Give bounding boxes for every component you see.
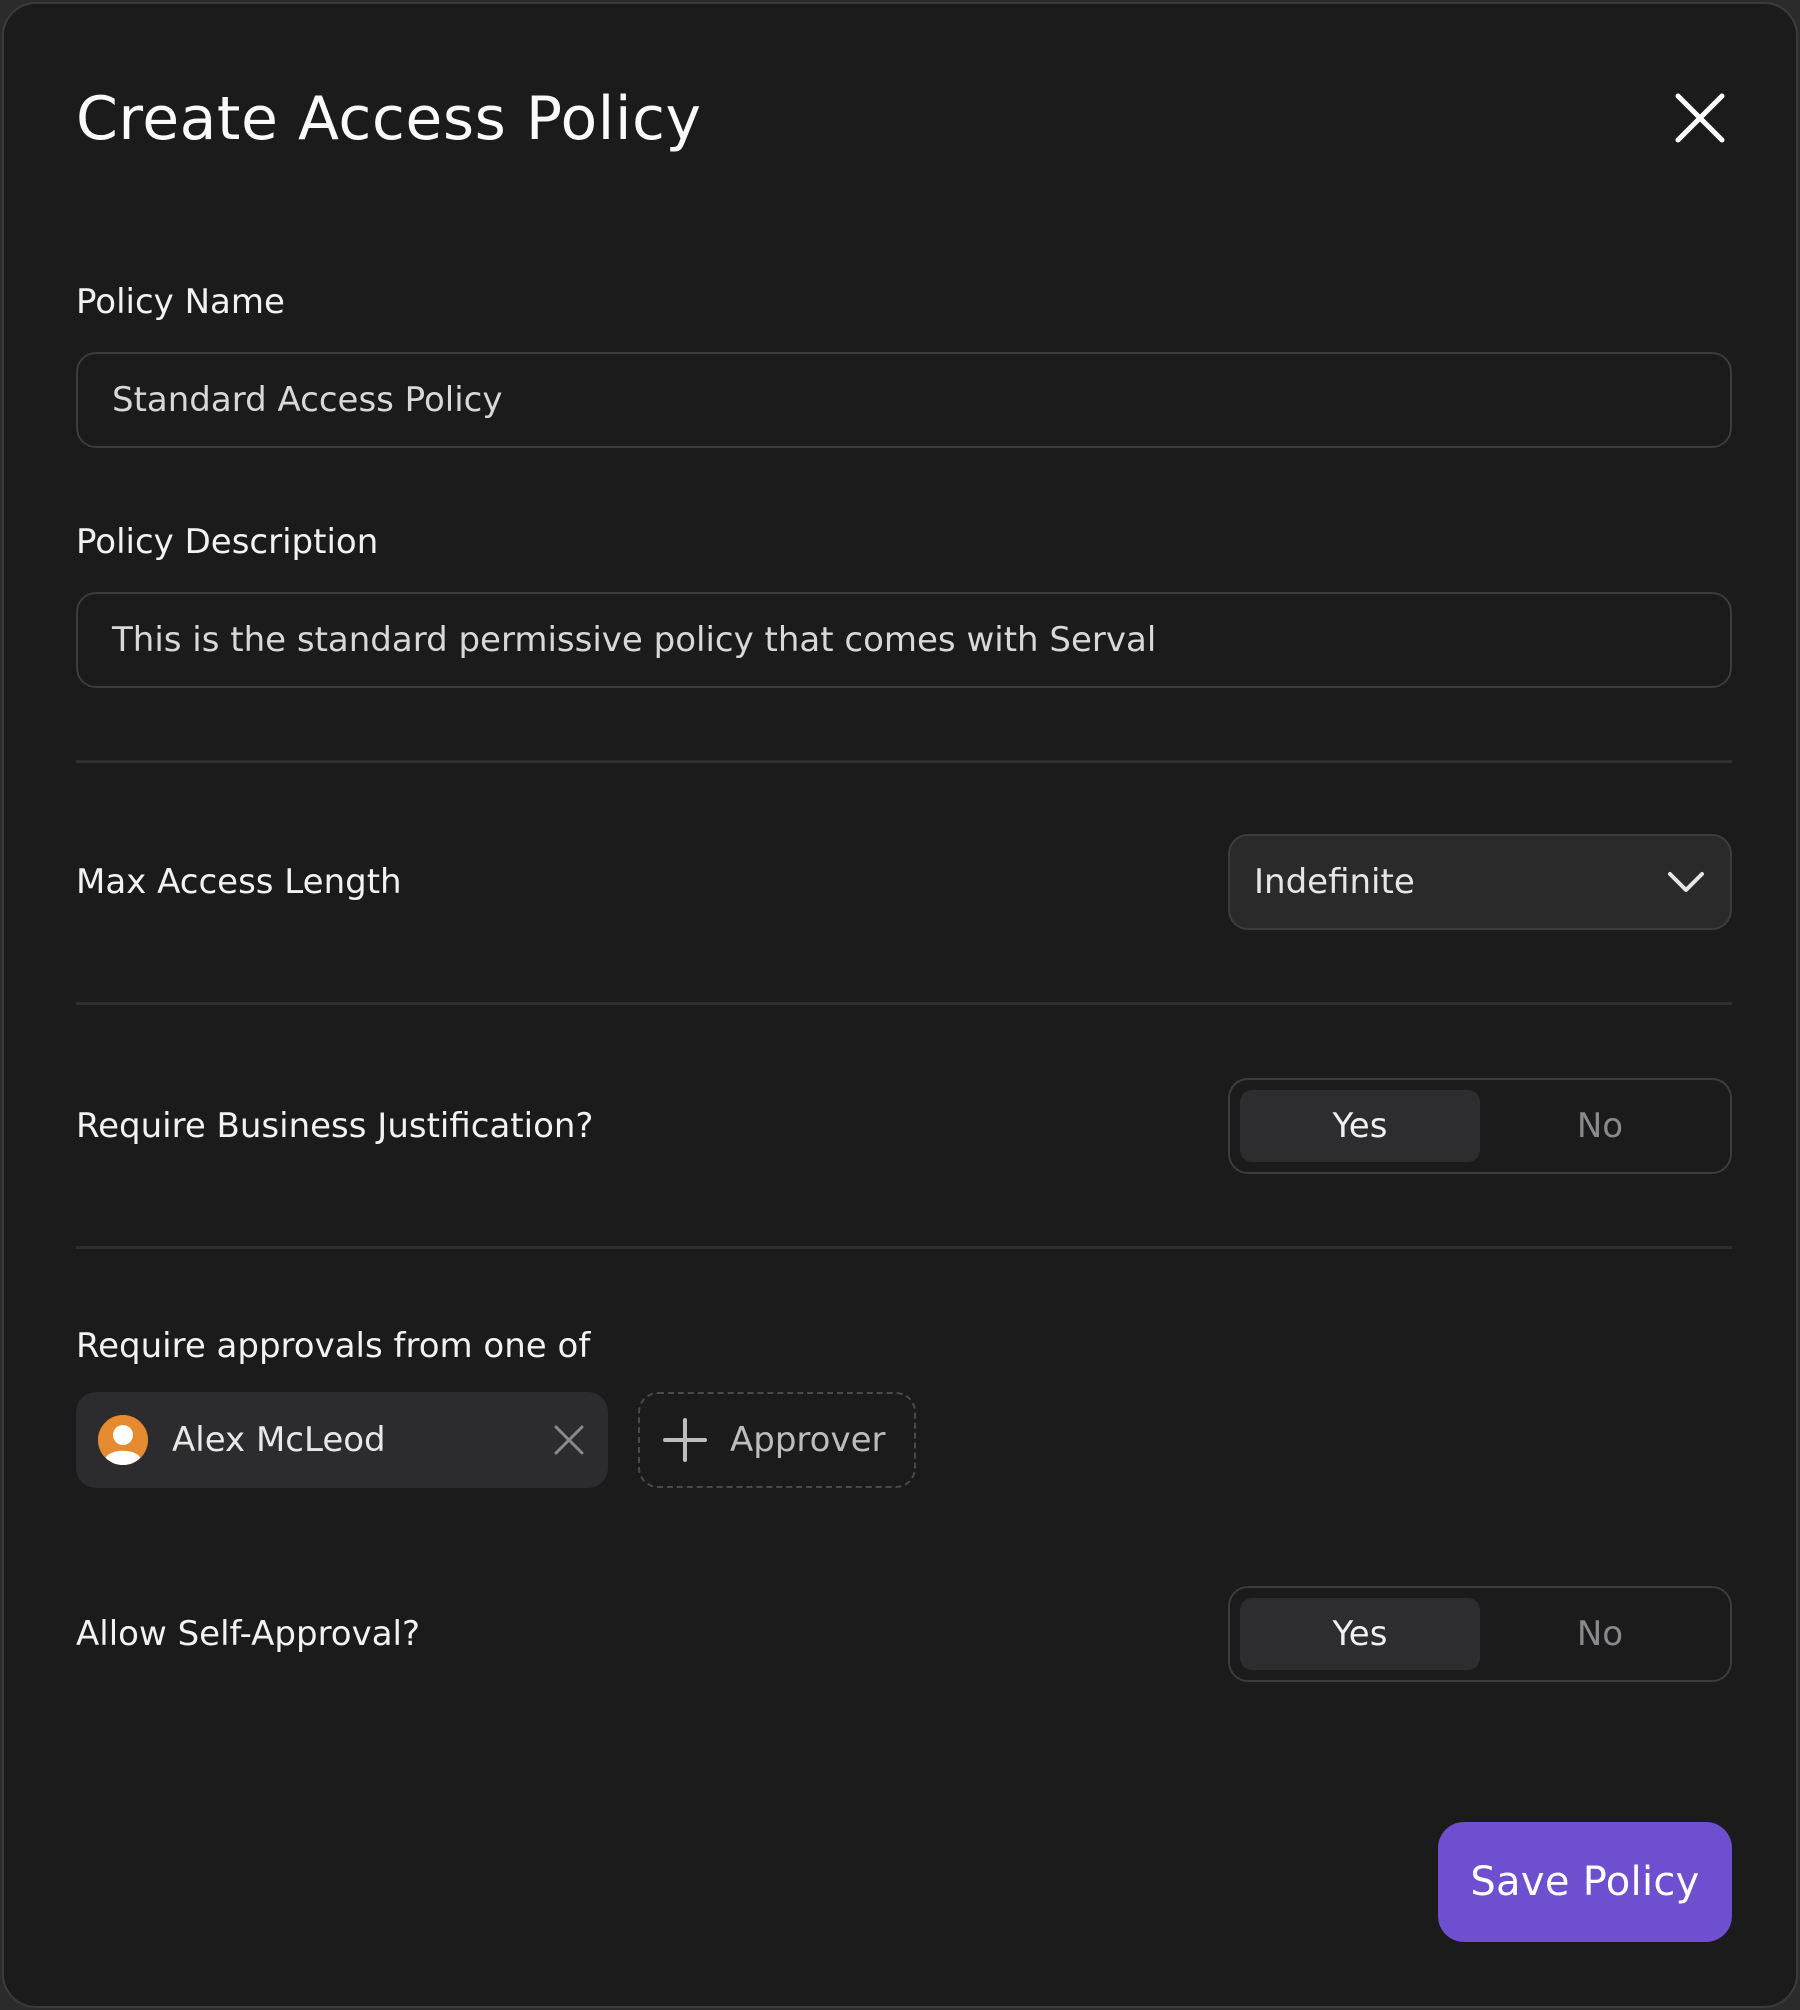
self-approval-toggle: Yes No xyxy=(1228,1586,1732,1682)
divider xyxy=(76,1246,1732,1249)
approver-chip: Alex McLeod xyxy=(76,1392,608,1488)
business-justification-label: Require Business Justification? xyxy=(76,1106,594,1146)
max-access-length-label: Max Access Length xyxy=(76,862,402,902)
chevron-down-icon xyxy=(1668,872,1704,892)
divider xyxy=(76,760,1732,763)
save-policy-button[interactable]: Save Policy xyxy=(1438,1822,1732,1942)
plus-icon xyxy=(663,1418,707,1462)
business-justification-yes[interactable]: Yes xyxy=(1240,1090,1480,1162)
self-approval-yes[interactable]: Yes xyxy=(1240,1598,1480,1670)
policy-name-label: Policy Name xyxy=(76,282,285,322)
close-icon xyxy=(1675,93,1725,143)
policy-name-input[interactable]: Standard Access Policy xyxy=(76,352,1732,448)
divider xyxy=(76,1002,1732,1005)
approvals-label: Require approvals from one of xyxy=(76,1326,591,1366)
close-button[interactable] xyxy=(1672,90,1728,146)
close-icon xyxy=(554,1425,584,1455)
modal-title: Create Access Policy xyxy=(76,84,702,154)
user-avatar-icon xyxy=(98,1415,148,1465)
policy-description-label: Policy Description xyxy=(76,522,379,562)
max-access-length-select[interactable]: Indefinite xyxy=(1228,834,1732,930)
max-access-length-value: Indefinite xyxy=(1254,862,1415,902)
self-approval-no[interactable]: No xyxy=(1480,1598,1720,1670)
approver-name: Alex McLeod xyxy=(172,1420,386,1460)
add-approver-label: Approver xyxy=(730,1420,886,1460)
remove-approver-button[interactable] xyxy=(552,1423,586,1457)
create-access-policy-modal: Create Access Policy Policy Name Standar… xyxy=(2,2,1798,2008)
business-justification-no[interactable]: No xyxy=(1480,1090,1720,1162)
policy-description-input[interactable]: This is the standard permissive policy t… xyxy=(76,592,1732,688)
business-justification-toggle: Yes No xyxy=(1228,1078,1732,1174)
add-approver-button[interactable]: Approver xyxy=(638,1392,916,1488)
self-approval-label: Allow Self-Approval? xyxy=(76,1614,421,1654)
